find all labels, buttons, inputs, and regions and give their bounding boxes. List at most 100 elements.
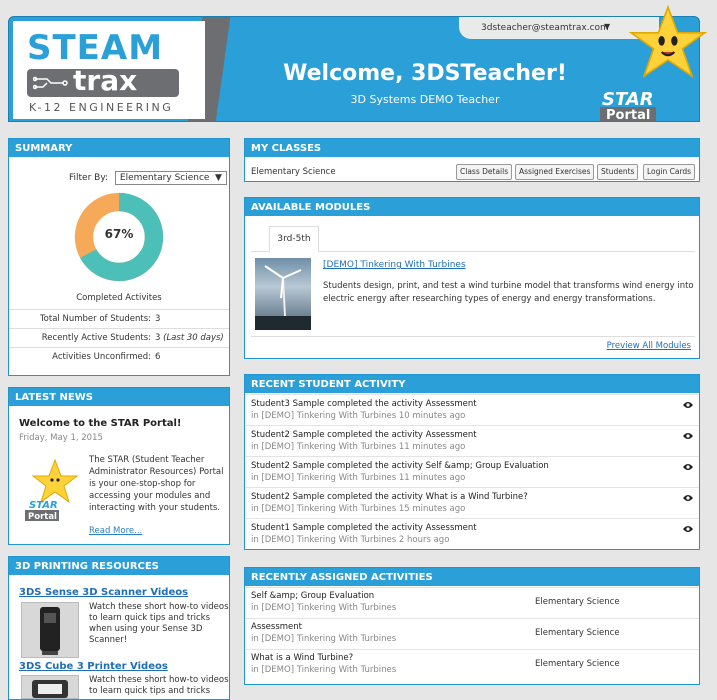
welcome-title: Welcome, 3DSTeacher! [283,61,567,86]
assigned-main: Self &amp; Group Evaluation [251,591,375,601]
module-title-link[interactable]: [DEMO] Tinkering With Turbines [323,260,466,270]
modules-title: AVAILABLE MODULES [245,198,699,216]
news-date: Friday, May 1, 2015 [19,433,103,443]
latest-news-panel: LATEST NEWS Welcome to the STAR Portal! … [8,387,230,545]
stat-unconfirmed: Activities Unconfirmed: 6 [9,347,229,366]
stat-total-students: Total Number of Students: 3 [9,309,229,328]
activity-row: Student1 Sample completed the activity A… [245,518,699,549]
star-portal-icon: STAR Portal [25,458,79,522]
star-mascot-icon [628,4,708,78]
page-header: STEAM trax K-12 ENGINEERING Welcome, 3DS… [8,16,700,122]
news-logo-portal-text: Portal [28,512,57,522]
students-button[interactable]: Students [597,164,639,180]
activity-title: RECENT STUDENT ACTIVITY [245,375,699,393]
printer-image [32,680,68,698]
filter-select[interactable]: Elementary Science ▼ [114,171,227,185]
scanner-description: Watch these short how-to videos to learn… [89,602,229,645]
activity-row: Student3 Sample completed the activity A… [245,394,699,425]
activity-main: Student3 Sample completed the activity A… [251,399,477,409]
assigned-class: Elementary Science [535,659,620,669]
activity-main: Student2 Sample completed the activity S… [251,461,549,471]
tab-3rd-5th[interactable]: 3rd-5th [269,226,319,252]
eye-icon[interactable] [683,494,693,502]
class-name: Elementary Science [251,167,336,177]
eye-icon[interactable] [683,401,693,409]
assigned-row: Assessment in [DEMO] Tinkering With Turb… [245,618,699,649]
activity-row: Student2 Sample completed the activity W… [245,487,699,518]
summary-title: SUMMARY [9,139,229,157]
stat-value: 3 [155,333,161,343]
assigned-class: Elementary Science [535,628,620,638]
class-details-button[interactable]: Class Details [456,164,513,180]
modules-divider [251,336,695,337]
eye-icon[interactable] [683,432,693,440]
activity-row: Student2 Sample completed the activity S… [245,456,699,487]
scanner-image [40,607,60,655]
printer-thumbnail[interactable] [21,675,79,699]
activity-sub: in [DEMO] Tinkering With Turbines 2 hour… [251,535,450,545]
news-headline: Welcome to the STAR Portal! [19,418,182,429]
activity-main: Student2 Sample completed the activity A… [251,430,477,440]
classes-title: MY CLASSES [245,139,699,157]
printer-description: Watch these short how-to videos to learn… [89,675,229,696]
activity-sub: in [DEMO] Tinkering With Turbines 11 min… [251,473,466,483]
assigned-sub: in [DEMO] Tinkering With Turbines [251,634,397,644]
assigned-main: Assessment [251,622,302,632]
chevron-down-icon[interactable]: ▼ [604,22,610,31]
activity-sub: in [DEMO] Tinkering With Turbines 11 min… [251,442,466,452]
recently-assigned-panel: RECENTLY ASSIGNED ACTIVITIES Self &amp; … [244,567,700,685]
logo-steam-text: STEAM [27,28,164,68]
completion-percent: 67% [104,227,134,241]
wind-turbine-image [264,265,302,317]
read-more-link[interactable]: Read More... [89,526,142,536]
available-modules-panel: AVAILABLE MODULES 3rd-5th [DEMO] Tinkeri… [244,197,700,359]
printing-resources-panel: 3D PRINTING RESOURCES 3DS Sense 3D Scann… [8,556,230,700]
login-cards-button[interactable]: Login Cards [643,164,696,180]
recent-activity-panel: RECENT STUDENT ACTIVITY Student3 Sample … [244,374,700,550]
scanner-thumbnail[interactable] [21,602,79,658]
filter-label: Filter By: [69,173,109,183]
summary-panel: SUMMARY Filter By: Elementary Science ▼ … [8,138,230,376]
stat-value: 3 [155,314,161,324]
scanner-videos-link[interactable]: 3DS Sense 3D Scanner Videos [19,587,188,598]
news-title: LATEST NEWS [9,388,229,406]
preview-all-modules-link[interactable]: Preview All Modules [607,341,691,351]
stat-label: Recently Active Students: [41,333,151,343]
stat-recently-active: Recently Active Students: 3 (Last 30 day… [9,328,229,347]
assigned-title: RECENTLY ASSIGNED ACTIVITIES [245,568,699,586]
stat-label: Activities Unconfirmed: [52,352,151,362]
eye-icon[interactable] [683,463,693,471]
stat-note: (Last 30 days) [163,333,224,343]
activity-main: Student2 Sample completed the activity W… [251,492,528,502]
module-thumbnail[interactable] [255,258,311,330]
assigned-class: Elementary Science [535,597,620,607]
assigned-exercises-button[interactable]: Assigned Exercises [515,164,595,180]
star-portal-portal-text: Portal [600,107,657,121]
eye-icon[interactable] [683,525,693,533]
activity-main: Student1 Sample completed the activity A… [251,523,477,533]
activity-sub: in [DEMO] Tinkering With Turbines 15 min… [251,504,466,514]
assigned-row: What is a Wind Turbine? in [DEMO] Tinker… [245,649,699,680]
star-portal-logo: STAR Portal [596,89,668,121]
cube-printer-videos-link[interactable]: 3DS Cube 3 Printer Videos [19,661,168,672]
module-description: Students design, print, and test a wind … [323,281,694,304]
completed-activities-label: Completed Activites [76,293,162,303]
news-logo-star-text: STAR [29,500,58,511]
assigned-sub: in [DEMO] Tinkering With Turbines [251,603,397,613]
filter-value: Elementary Science [119,173,210,183]
news-body: The STAR (Student Teacher Administrator … [89,455,224,513]
assigned-sub: in [DEMO] Tinkering With Turbines [251,665,397,675]
stat-value-wrap: 3 (Last 30 days) [155,329,224,348]
assigned-main: What is a Wind Turbine? [251,653,354,663]
user-email[interactable]: 3dsteacher@steamtrax.com [481,23,609,33]
assigned-row: Self &amp; Group Evaluation in [DEMO] Ti… [245,587,699,618]
activity-sub: in [DEMO] Tinkering With Turbines 10 min… [251,411,466,421]
filter-row: Filter By: Elementary Science ▼ [69,171,227,185]
my-classes-panel: MY CLASSES Elementary Science Class Deta… [244,138,700,182]
printing-title: 3D PRINTING RESOURCES [9,557,229,575]
stat-value: 6 [155,352,161,362]
chevron-down-icon: ▼ [214,173,222,183]
module-thumbnail-band [255,316,311,330]
activity-row: Student2 Sample completed the activity A… [245,425,699,456]
stat-label: Total Number of Students: [39,314,151,324]
